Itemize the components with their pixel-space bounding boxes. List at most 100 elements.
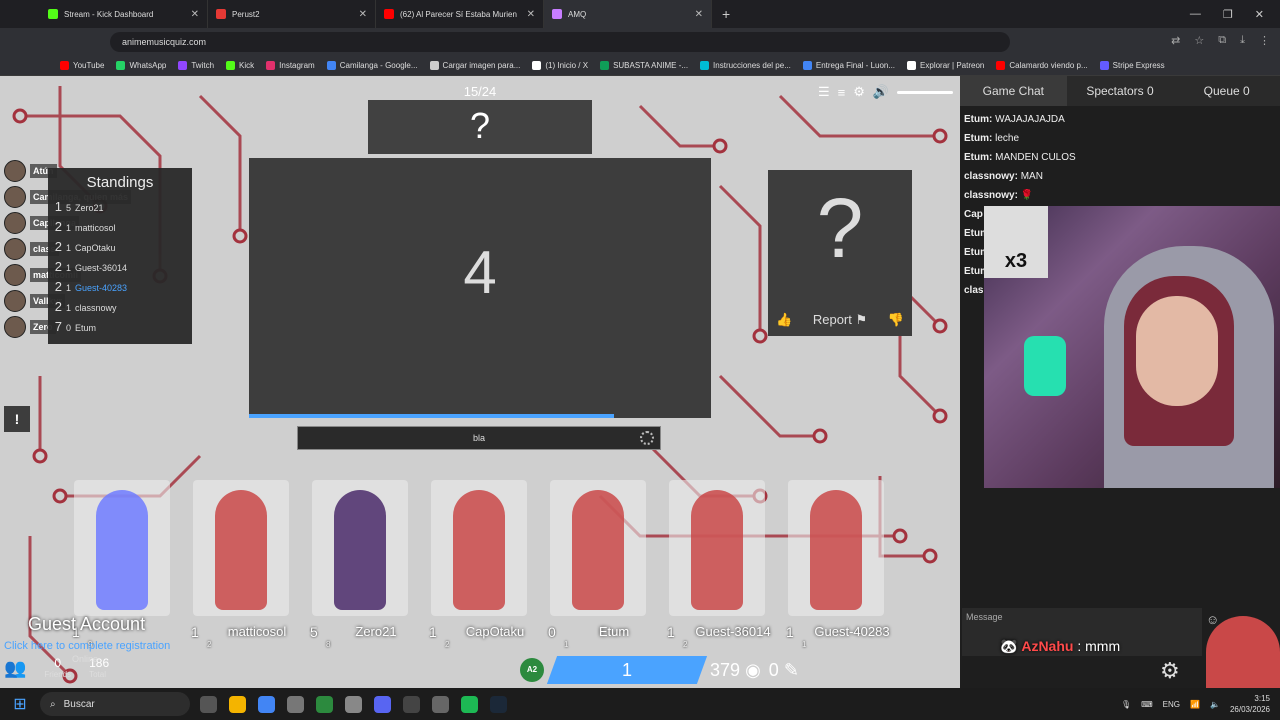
player-slot[interactable]: 0 Etum 1 [548,480,646,650]
countdown-number: 4 [463,239,497,306]
player-slot[interactable]: 1 CapOtaku 2 [429,480,527,650]
bookmark-item[interactable]: Cargar imagen para... [429,61,520,70]
close-icon[interactable]: ✕ [359,9,367,20]
alert-icon[interactable]: ! [4,406,30,432]
tab-queue[interactable]: Queue 0 [1173,84,1280,98]
bookmark-item[interactable]: (1) Inicio / X [532,61,588,70]
thumbs-down-icon[interactable]: 👎 [888,312,904,328]
tab-youtube[interactable]: (62) Al Parecer Sí Estaba Murien ✕ [376,0,544,28]
close-icon[interactable]: ✕ [191,9,199,20]
star-icon[interactable]: ☆ [1194,34,1204,47]
bookmark-item[interactable]: Stripe Express [1099,61,1165,70]
obs-icon[interactable] [345,695,362,713]
chrome-icon[interactable] [258,695,275,713]
clock[interactable]: 3:15 26/03/2026 [1230,693,1270,715]
report-button[interactable]: Report ⚑ [813,312,867,328]
thumbs-up-icon[interactable]: 👍 [776,312,792,328]
bookmark-icon [266,61,276,70]
webcam-face [1136,296,1218,406]
player-slot[interactable]: 1 Guest-40283 1 [786,480,890,650]
app-icon[interactable] [200,695,217,713]
menu-icon[interactable]: ≡ [838,85,846,100]
settings-icon[interactable]: ⚙ [853,84,865,100]
tab-kick-dashboard[interactable]: Stream - Kick Dashboard ✕ [40,0,208,28]
bookmark-item[interactable]: SUBASTA ANIME -... [600,61,688,70]
app-icon[interactable] [432,695,449,713]
taskbar-search[interactable]: ⌕ Buscar [40,692,190,716]
restore-icon[interactable]: ❐ [1223,8,1233,21]
tab-perust2[interactable]: Perust2 ✕ [208,0,376,28]
answer-input[interactable]: bla [297,426,661,450]
bookmark-label: Entrega Final - Luon... [815,61,896,70]
player-slot[interactable]: 1 matticosol 2 [191,480,289,650]
windows-start-icon[interactable]: ⊞ [0,694,40,714]
volume-slider[interactable] [897,90,954,94]
bookmark-item[interactable]: Camilanga - Google... [326,61,418,70]
chat-text: WAJAJAJAJDA [995,114,1065,125]
menu-icon[interactable]: ⋮ [1259,34,1270,47]
bookmark-item[interactable]: Calamardo viendo p... [996,61,1088,70]
player-score: 1 [786,624,794,640]
bookmark-icon [326,61,336,70]
close-icon[interactable]: ✕ [527,9,535,20]
bookmark-item[interactable]: Instrucciones del pe... [700,61,791,70]
player-avatar [312,480,408,616]
bookmark-item[interactable]: WhatsApp [116,61,166,70]
chat-text: MAN [1020,171,1043,182]
bookmark-item[interactable]: Explorar | Patreon [907,61,984,70]
bookmark-icon [60,61,69,70]
minimize-icon[interactable]: — [1190,8,1201,21]
bookmark-item[interactable]: YouTube [60,61,104,70]
player-slot[interactable]: 1 Guest-36014 2 [667,480,771,650]
app-icon[interactable] [287,695,304,713]
bookmark-item[interactable]: Entrega Final - Luon... [802,61,896,70]
standings-score: 1 [66,263,72,273]
folder-icon[interactable] [229,695,246,713]
discord-icon[interactable] [374,695,391,713]
url-field[interactable]: animemusicquiz.com [110,32,1010,52]
ticket-icon: ✎ [783,659,799,680]
app-icon[interactable] [316,695,333,713]
friends-icon[interactable]: 👥 [4,658,26,679]
bookmark-item[interactable]: Twitch [178,61,214,70]
overlay-text: : mmm [1077,638,1121,654]
browser-tabbar: Stream - Kick Dashboard ✕ Perust2 ✕ (62)… [0,0,1280,28]
tab-game-chat[interactable]: Game Chat [960,76,1067,106]
gear-icon[interactable]: ⚙ [1160,658,1180,684]
download-icon[interactable]: ⤓ [1240,34,1245,47]
spotify-icon[interactable] [461,695,478,713]
app-icon[interactable] [403,695,420,713]
bookmark-icon [907,61,917,70]
bookmark-item[interactable]: Instagram [266,61,315,70]
report-label: Report [812,312,852,327]
tab-title: Perust2 [232,9,260,19]
chat-user: Cap [964,209,983,220]
translate-icon[interactable]: ⇄ [1171,34,1180,47]
steam-icon[interactable] [490,695,507,713]
avatar-figure [215,490,267,610]
keyboard-icon[interactable]: ⌨ [1141,700,1153,709]
wifi-icon[interactable]: 📶 [1190,700,1200,709]
standings-row: 2 1 matticosol [48,219,192,239]
extensions-icon[interactable]: ⧉ [1218,34,1226,47]
game-area: ☰ ≡ ⚙ 🔊 AtúnCamilanga, quien másCapilang… [0,76,960,688]
close-icon[interactable]: ✕ [695,9,703,20]
bookmark-item[interactable]: Kick [226,61,254,70]
register-link[interactable]: Click here to complete registration [4,640,170,652]
list-icon[interactable]: ☰ [818,84,830,100]
tab-title: AMQ [568,9,587,19]
new-tab-button[interactable]: + [712,6,740,22]
tab-amq[interactable]: AMQ ✕ [544,0,712,28]
player-name: Guest-40283 [814,624,890,639]
mic-icon[interactable]: 🎙 [1121,700,1131,709]
taskbar-search-label: Buscar [63,698,95,710]
speaker-icon[interactable]: 🔈 [1210,700,1220,709]
volume-icon[interactable]: 🔊 [873,84,889,100]
close-window-icon[interactable]: ✕ [1255,8,1264,21]
kick-icon [48,9,58,19]
language-indicator[interactable]: ENG [1163,700,1180,709]
standings-panel: Standings 1 5 Zero21 2 1 matticosol 2 1 CapOtaku… [48,168,192,344]
tab-spectators[interactable]: Spectators 0 [1067,84,1174,98]
standings-score: 1 [66,243,72,253]
player-slot[interactable]: 5 Zero21 8 [310,480,408,650]
